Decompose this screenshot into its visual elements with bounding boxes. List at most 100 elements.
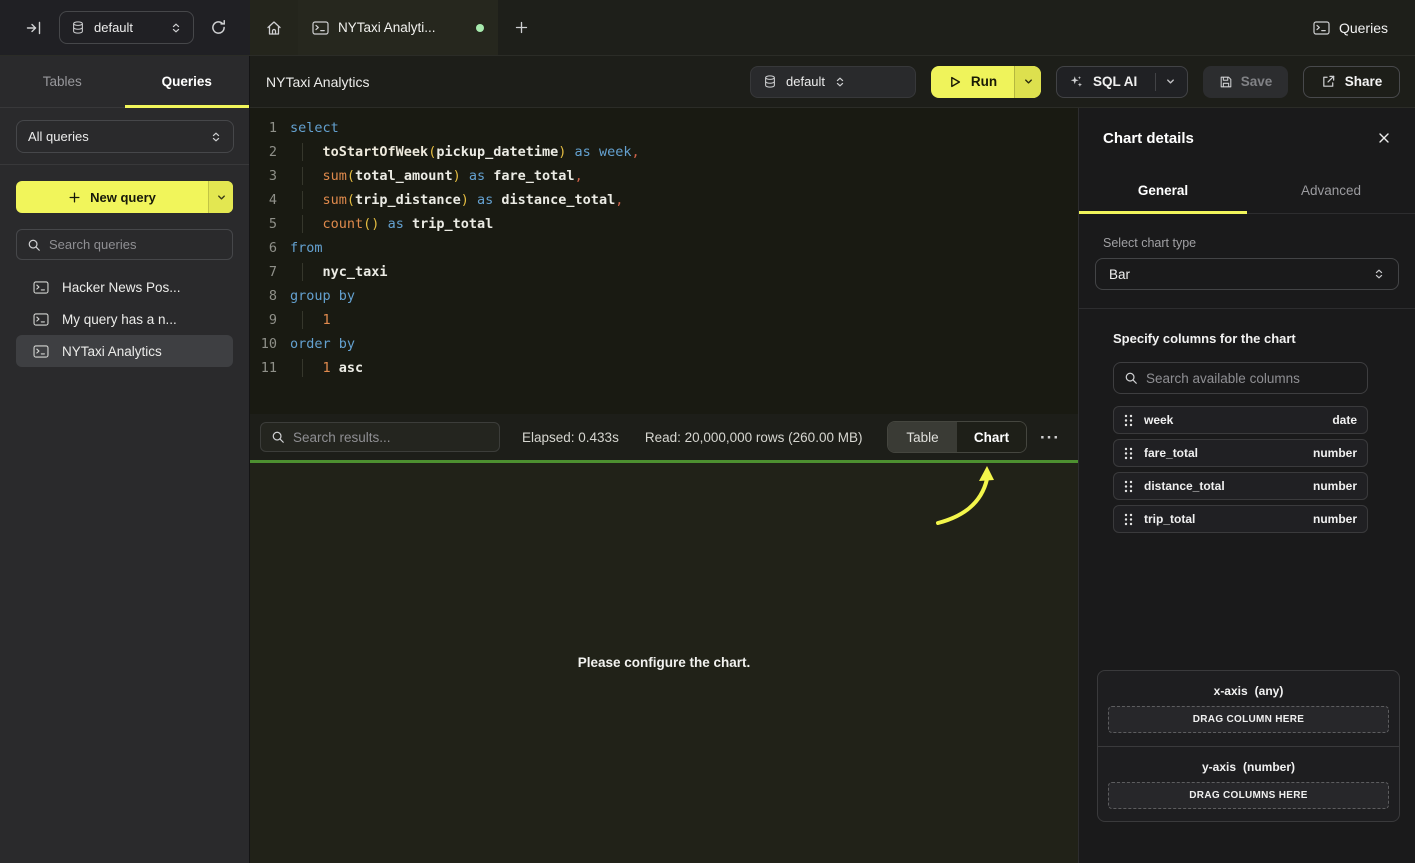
query-item-label: NYTaxi Analytics [62, 344, 162, 359]
column-row[interactable]: weekdate [1113, 406, 1368, 434]
database-icon [71, 20, 85, 35]
tab-strip: NYTaxi Analyti... Queries [250, 0, 1415, 55]
chevron-updown-icon [1373, 268, 1385, 280]
column-row[interactable]: fare_total number [1113, 439, 1368, 467]
new-query-main[interactable]: New query [16, 181, 208, 213]
more-options-button[interactable]: ··· [1040, 429, 1060, 446]
search-icon [1124, 371, 1138, 385]
sidebar-search-input[interactable] [49, 237, 222, 252]
share-button-label: Share [1345, 74, 1383, 89]
query-item-label: Hacker News Pos... [62, 280, 181, 295]
y-axis-label: y-axis(number) [1098, 747, 1399, 774]
column-type: number [1313, 512, 1357, 526]
table-view-button[interactable]: Table [888, 422, 957, 452]
query-icon [33, 281, 49, 294]
sidebar-query-item[interactable]: Hacker News Pos... [16, 271, 233, 303]
run-button[interactable]: Run [931, 66, 1041, 98]
queries-button-label: Queries [1339, 20, 1388, 36]
tab-label: NYTaxi Analyti... [338, 20, 467, 35]
results-search[interactable] [260, 422, 500, 452]
y-axis-dropzone[interactable]: DRAG COLUMNS HERE [1108, 782, 1389, 809]
chart-view-button[interactable]: Chart [957, 422, 1026, 452]
column-row[interactable]: distance_totalnumber [1113, 472, 1368, 500]
database-selector-value: default [94, 20, 161, 35]
chart-panel-title: Chart details [1103, 130, 1194, 147]
chevron-updown-icon [834, 76, 846, 88]
save-button[interactable]: Save [1203, 66, 1288, 98]
column-type: number [1313, 446, 1357, 460]
save-button-label: Save [1241, 74, 1273, 89]
sidebar-query-item[interactable]: My query has a n... [16, 303, 233, 335]
home-icon [265, 19, 283, 37]
new-tab-button[interactable] [498, 0, 544, 55]
tab-general[interactable]: General [1079, 168, 1247, 213]
queries-button[interactable]: Queries [1313, 0, 1415, 55]
chevron-updown-icon [170, 22, 182, 34]
topbar-left: default [0, 0, 250, 55]
close-icon[interactable] [1377, 131, 1391, 145]
run-database-selector[interactable]: default [750, 66, 916, 98]
chart-area: Please configure the chart. [250, 460, 1078, 863]
collapse-sidebar-icon[interactable] [25, 19, 43, 37]
run-button-main[interactable]: Run [931, 66, 1014, 98]
results-bar: Elapsed: 0.433s Read: 20,000,000 rows (2… [250, 414, 1078, 460]
axis-config: x-axis(any) DRAG COLUMN HERE y-axis(numb… [1097, 670, 1400, 822]
sidebar-search[interactable] [16, 229, 233, 260]
chart-type-select[interactable]: Bar [1095, 258, 1399, 290]
rows-read-stat: Read: 20,000,000 rows (260.00 MB) [645, 430, 863, 445]
columns-section: Specify columns for the chart weekdate fa… [1113, 331, 1368, 533]
results-search-input[interactable] [293, 430, 489, 445]
sql-ai-label: SQL AI [1093, 74, 1137, 89]
new-query-button[interactable]: New query [16, 181, 233, 213]
sparkles-icon [1068, 74, 1084, 90]
code-line: 7 nyc_taxi [250, 260, 1078, 284]
chart-type-label: Select chart type [1103, 236, 1391, 250]
query-item-label: My query has a n... [62, 312, 177, 327]
sql-editor[interactable]: 1select2 toStartOfWeek(pickup_datetime) … [250, 108, 1078, 414]
code-line: 11 1 asc [250, 356, 1078, 380]
search-icon [271, 430, 285, 444]
code-line: 4 sum(trip_distance) as distance_total, [250, 188, 1078, 212]
chart-type-value: Bar [1109, 267, 1130, 282]
database-selector[interactable]: default [59, 11, 194, 44]
columns-search-input[interactable] [1146, 371, 1357, 386]
home-tab[interactable] [250, 0, 298, 55]
new-query-dropdown[interactable] [208, 181, 233, 213]
column-row[interactable]: trip_total number [1113, 505, 1368, 533]
x-axis-label: x-axis(any) [1098, 671, 1399, 698]
button-divider [1155, 73, 1156, 91]
column-name: fare_total [1144, 446, 1198, 460]
code-line: 1select [250, 116, 1078, 140]
sql-ai-button[interactable]: SQL AI [1056, 66, 1188, 98]
sidebar-query-item[interactable]: NYTaxi Analytics [16, 335, 233, 367]
refresh-icon[interactable] [210, 19, 227, 36]
columns-section-label: Specify columns for the chart [1113, 331, 1368, 346]
drag-handle-icon[interactable] [1124, 513, 1133, 526]
x-axis-dropzone[interactable]: DRAG COLUMN HERE [1108, 706, 1389, 733]
drag-handle-icon[interactable] [1124, 447, 1133, 460]
drag-handle-icon[interactable] [1124, 414, 1133, 427]
chart-placeholder-text: Please configure the chart. [250, 655, 1078, 670]
column-name: week [1144, 413, 1173, 427]
elapsed-time: Elapsed: 0.433s [522, 430, 619, 445]
search-icon [27, 238, 41, 252]
code-lines: 1select2 toStartOfWeek(pickup_datetime) … [250, 116, 1078, 380]
sidebar-tabs: Tables Queries [0, 56, 249, 108]
sidebar-tab-tables[interactable]: Tables [0, 56, 125, 107]
chevron-down-icon[interactable] [1165, 76, 1176, 87]
query-title: NYTaxi Analytics [266, 74, 369, 90]
tab-advanced[interactable]: Advanced [1247, 168, 1415, 213]
run-options-dropdown[interactable] [1014, 66, 1041, 98]
drag-handle-icon[interactable] [1124, 480, 1133, 493]
tab-nytaxi-analytics[interactable]: NYTaxi Analyti... [298, 0, 498, 55]
column-name: trip_total [1144, 512, 1195, 526]
query-filter-select[interactable]: All queries [16, 120, 234, 153]
sidebar-tab-queries[interactable]: Queries [125, 56, 250, 107]
chart-panel-tabs: General Advanced [1079, 168, 1415, 214]
query-icon [1313, 21, 1330, 35]
query-icon [33, 345, 49, 358]
columns-search[interactable] [1113, 362, 1368, 394]
query-filter-value: All queries [28, 129, 201, 144]
share-button[interactable]: Share [1303, 66, 1400, 98]
query-header-controls: default Run SQL AI [750, 66, 1400, 98]
